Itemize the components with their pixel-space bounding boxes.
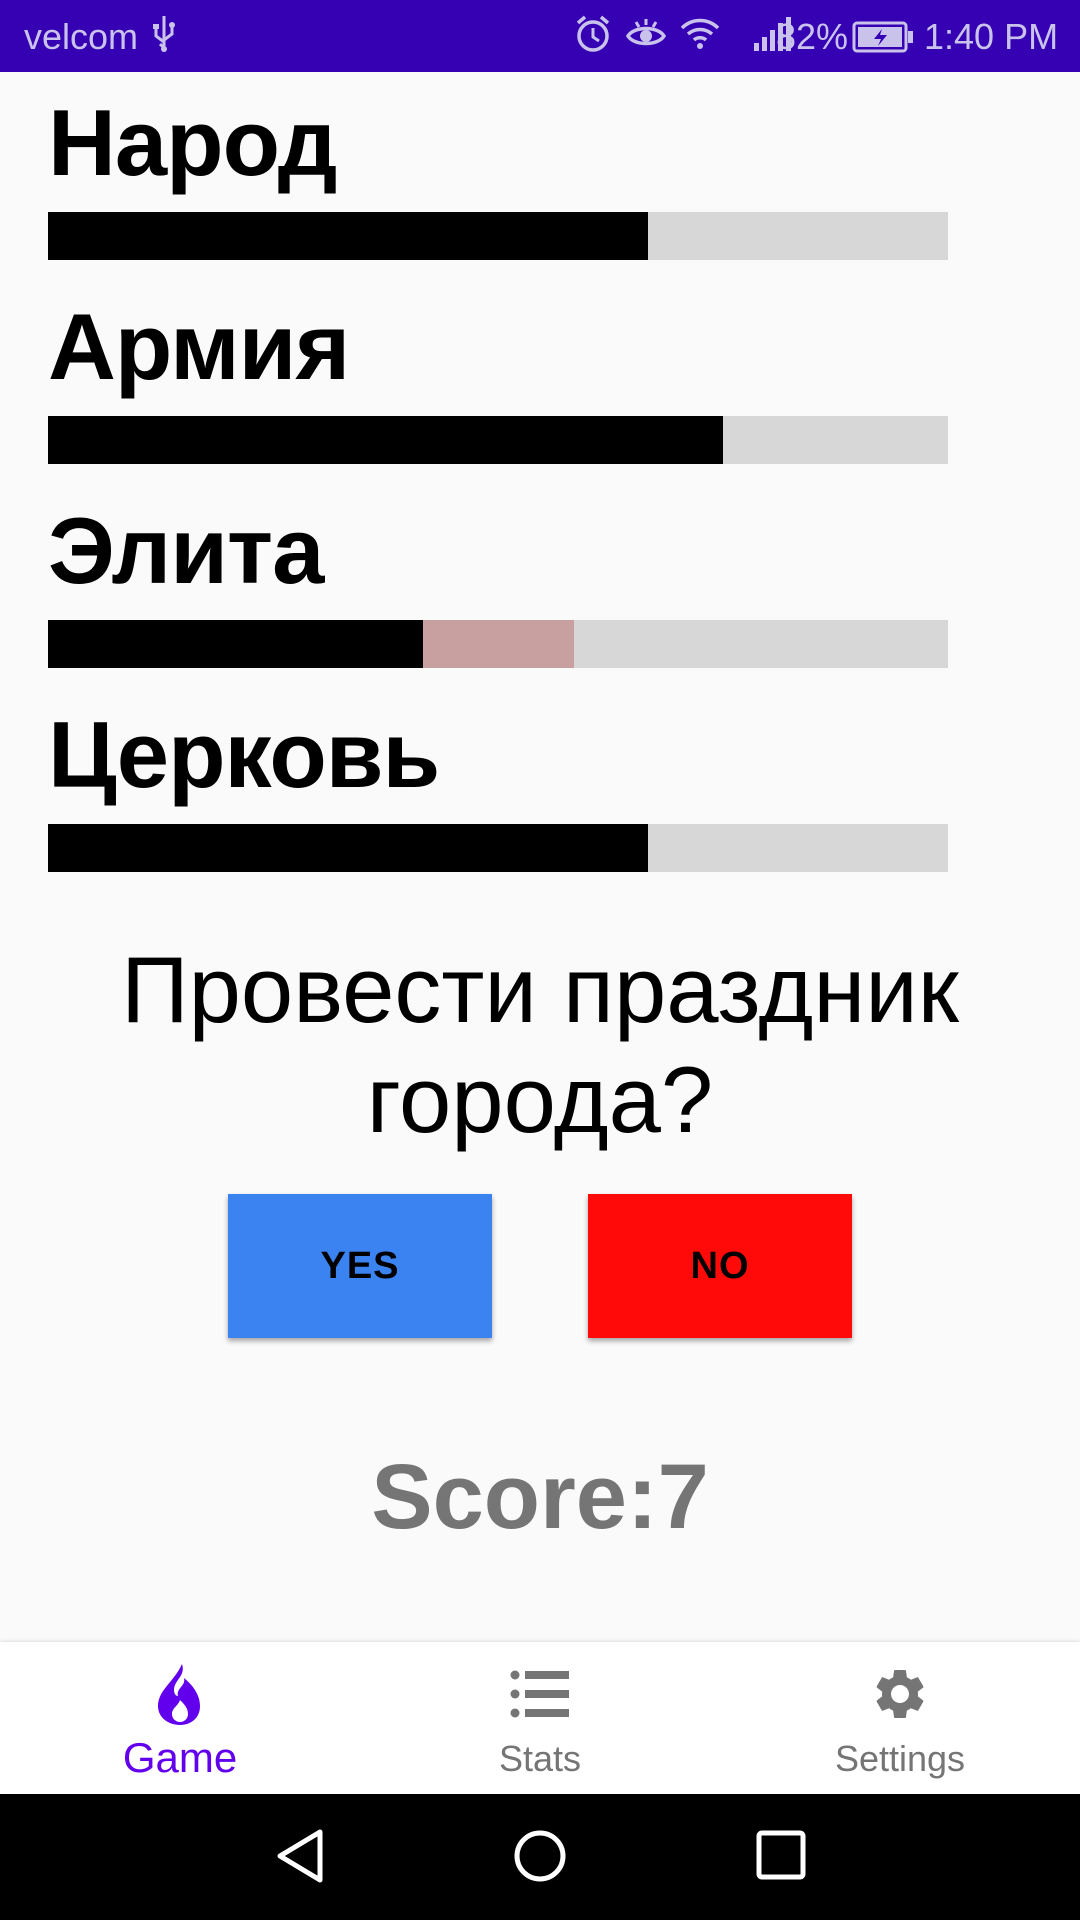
stat-bar-fill [48, 416, 723, 464]
battery-percent: 82% [776, 16, 849, 57]
stat-label-narod: Народ [48, 90, 337, 195]
bottom-navigation: Game Stats Settings [0, 1642, 1080, 1794]
stat-bar-change [423, 620, 574, 668]
yes-button[interactable]: YES [228, 1194, 492, 1338]
nav-item-settings[interactable]: Settings [720, 1642, 1080, 1794]
nav-label-game: Game [122, 1734, 238, 1781]
stat-bar-tserkov [48, 824, 948, 872]
stat-bar-fill [48, 212, 649, 260]
status-bar: velcom 82% 1:40 PM [0, 0, 1080, 72]
score-text: Score:7 [371, 1446, 709, 1548]
stat-bar-armiya [48, 416, 948, 464]
clock: 1:40 PM [924, 16, 1059, 57]
nav-item-stats[interactable]: Stats [360, 1642, 720, 1794]
nav-label-settings: Settings [834, 1738, 966, 1779]
battery-charging-icon [852, 20, 914, 62]
no-button[interactable]: NO [588, 1194, 852, 1338]
nav-label-stats: Stats [498, 1738, 582, 1779]
stat-bar-fill [48, 824, 649, 872]
recents-icon[interactable] [756, 1830, 806, 1885]
stat-label-armiya: Армия [48, 294, 350, 399]
usb-icon [150, 14, 178, 63]
wifi-icon [680, 14, 734, 63]
stat-bar-narod [48, 212, 948, 260]
carrier-name: velcom [24, 16, 139, 57]
stat-bar-elita [48, 620, 948, 668]
home-icon[interactable] [512, 1828, 568, 1889]
stat-label-elita: Элита [48, 498, 324, 603]
nav-item-game[interactable]: Game [0, 1642, 360, 1794]
question-text: Провести праздник города? [121, 937, 959, 1152]
flame-icon [152, 1662, 208, 1731]
stat-label-tserkov: Церковь [48, 702, 440, 807]
alarm-icon [574, 14, 626, 63]
gear-icon [870, 1664, 930, 1729]
stat-bar-fill [48, 620, 424, 668]
back-icon[interactable] [274, 1828, 326, 1889]
eye-icon [625, 14, 680, 63]
system-navigation-bar [0, 1794, 1080, 1920]
list-icon [510, 1670, 570, 1723]
